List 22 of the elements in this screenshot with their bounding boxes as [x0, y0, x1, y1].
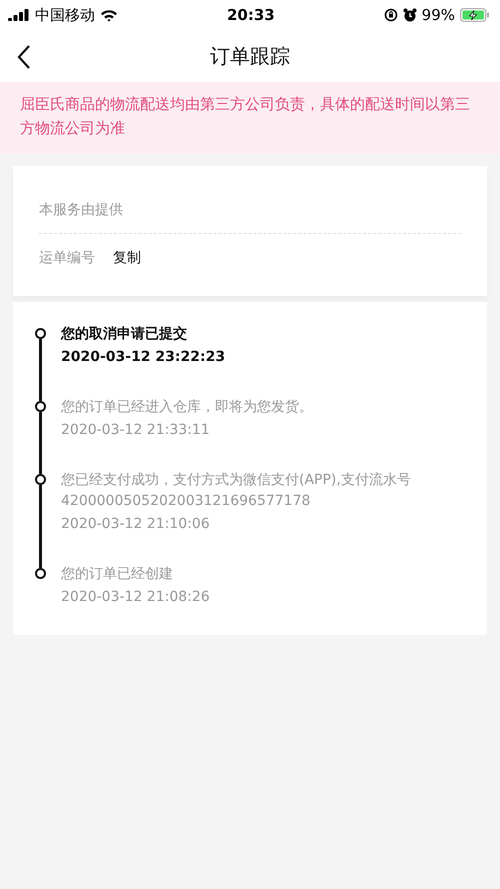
timeline-dot	[34, 568, 46, 579]
event-message: 您的订单已经创建	[61, 565, 174, 584]
alarm-icon	[402, 8, 417, 22]
clock-time: 20:33	[226, 6, 275, 24]
waybill-label: 运单编号	[39, 249, 95, 267]
battery-percent: 99%	[422, 6, 455, 24]
event-time: 2020-03-12 23:22:23	[61, 348, 226, 367]
event-time: 2020-03-12 21:08:26	[61, 588, 210, 607]
page-title: 订单跟踪	[210, 42, 290, 70]
event-time: 2020-03-12 21:33:11	[61, 421, 211, 440]
rotation-lock-icon	[384, 8, 398, 22]
event-message: 您已经支付成功，支付方式为微信支付(APP),支付流水号	[61, 471, 411, 490]
event-message: 您的订单已经进入仓库，即将为您发货。	[61, 398, 313, 417]
notice-banner: 屈臣氏商品的物流配送均由第三方公司负责，具体的配送时间以第三方物流公司为准	[0, 82, 500, 154]
event-time: 2020-03-12 21:10:06	[61, 515, 211, 534]
copy-button[interactable]: 复制	[113, 249, 141, 267]
wifi-icon	[100, 8, 118, 22]
event-message: 您的取消申请已提交	[61, 324, 188, 344]
signal-icon	[8, 9, 30, 21]
provider-label: 本服务由提供	[39, 200, 123, 218]
event-message: 4200000505202003121696577178	[61, 492, 312, 511]
carrier-name: 中国移动	[35, 6, 95, 24]
